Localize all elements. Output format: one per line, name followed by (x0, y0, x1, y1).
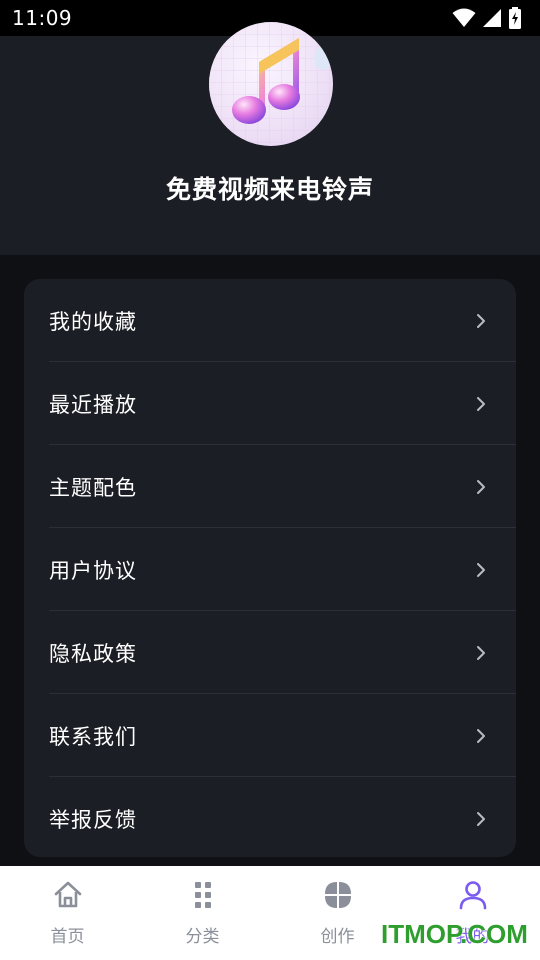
tab-home[interactable]: 首页 (0, 866, 135, 960)
menu-item-favorites[interactable]: 我的收藏 (24, 279, 516, 362)
menu-item-user-agreement[interactable]: 用户协议 (24, 528, 516, 611)
chevron-right-icon (477, 313, 485, 328)
cellular-signal-icon (483, 9, 501, 27)
music-note-icon (209, 22, 333, 146)
tab-label: 首页 (50, 927, 85, 947)
menu-item-recent-plays[interactable]: 最近播放 (24, 362, 516, 445)
watermark-text: ITMOP.COM (381, 919, 528, 949)
tab-categories[interactable]: 分类 (135, 866, 270, 960)
tab-label: 分类 (185, 927, 220, 947)
app-title: 免费视频来电铃声 (165, 175, 374, 204)
menu-item-label: 主题配色 (49, 475, 137, 500)
chevron-right-icon (477, 645, 485, 660)
home-icon (54, 881, 81, 908)
app-logo-avatar (209, 22, 333, 146)
chevron-right-icon (477, 811, 485, 826)
chevron-right-icon (477, 479, 485, 494)
menu-item-theme-color[interactable]: 主题配色 (24, 445, 516, 528)
chevron-right-icon (477, 728, 485, 743)
wifi-icon (452, 8, 476, 27)
grid-dots-icon (194, 882, 211, 908)
settings-menu: 我的收藏 最近播放 主题配色 用户协议 隐私政策 联系我们 举报反馈 (24, 279, 516, 857)
menu-item-label: 我的收藏 (49, 309, 137, 334)
menu-item-label: 举报反馈 (49, 807, 137, 832)
tab-label: 创作 (320, 927, 355, 947)
menu-item-report-feedback[interactable]: 举报反馈 (24, 777, 516, 857)
status-icons (452, 7, 522, 29)
menu-item-label: 用户协议 (49, 558, 137, 583)
status-time: 11:09 (12, 6, 73, 30)
profile-header: 免费视频来电铃声 (0, 22, 540, 255)
menu-item-label: 联系我们 (49, 724, 137, 749)
menu-item-privacy-policy[interactable]: 隐私政策 (24, 611, 516, 694)
menu-item-label: 最近播放 (49, 392, 137, 417)
battery-charging-icon (509, 7, 521, 29)
person-icon (459, 881, 486, 910)
four-petals-icon (324, 882, 351, 908)
menu-item-contact-us[interactable]: 联系我们 (24, 694, 516, 777)
chevron-right-icon (477, 396, 485, 411)
chevron-right-icon (477, 562, 485, 577)
menu-item-label: 隐私政策 (49, 641, 137, 666)
